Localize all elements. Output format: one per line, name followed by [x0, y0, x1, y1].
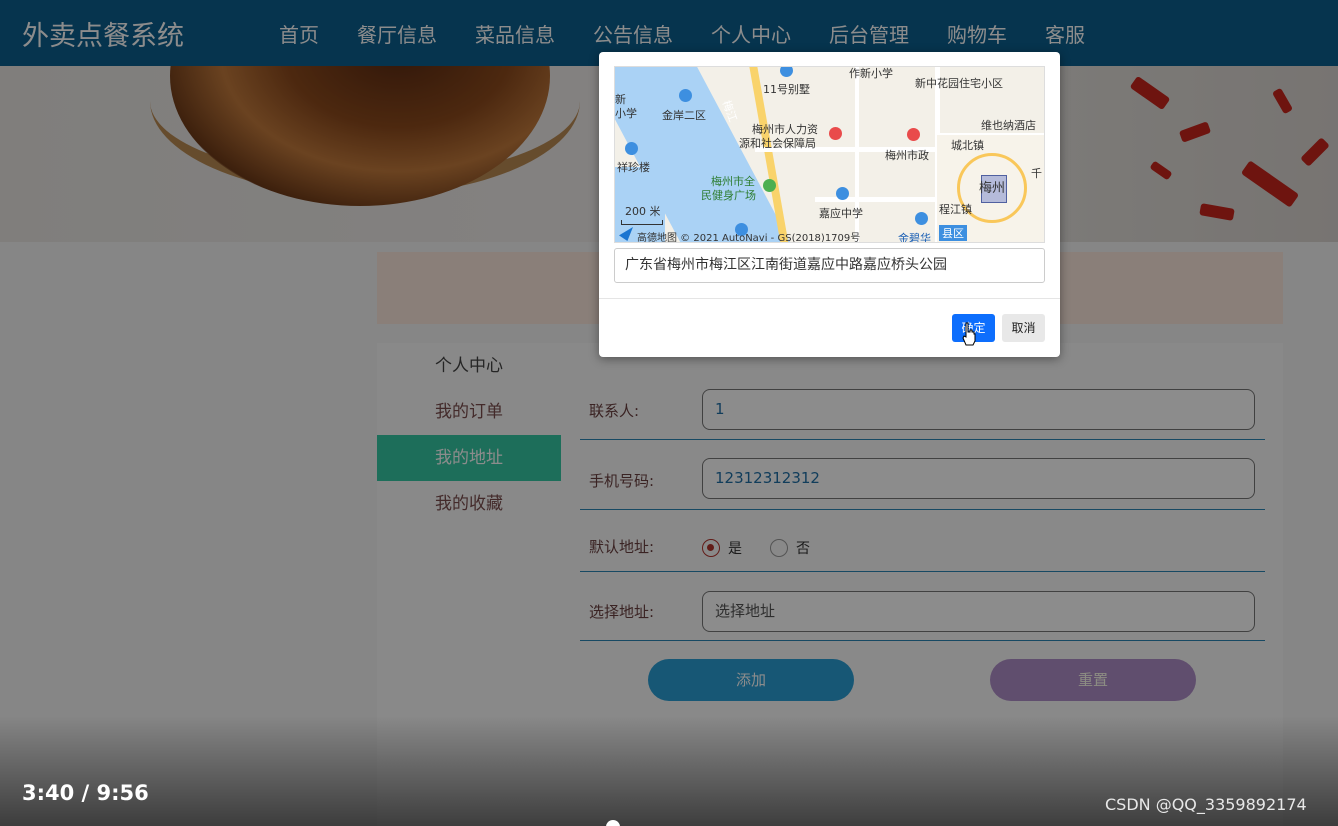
map-overview[interactable]: 城北镇 千 梅州 程江镇 县区: [935, 133, 1044, 242]
site-brand[interactable]: 外卖点餐系统: [22, 14, 242, 53]
map-poi-icon: [763, 179, 776, 192]
sidebar-item-address[interactable]: 我的地址: [377, 435, 561, 481]
sidebar-item-orders[interactable]: 我的订单: [377, 389, 561, 435]
nav-item-notice[interactable]: 公告信息: [574, 19, 692, 48]
selected-address-field[interactable]: 广东省梅州市梅江区江南街道嘉应中路嘉应桥头公园: [614, 248, 1045, 283]
nav-item-personal[interactable]: 个人中心: [692, 19, 810, 48]
nav-list: 首页 餐厅信息 菜品信息 公告信息 个人中心 后台管理 购物车 客服: [260, 19, 1104, 48]
nav-item-dishes[interactable]: 菜品信息: [456, 19, 574, 48]
map-label: 源和社会保障局: [739, 137, 816, 150]
map-poi-icon: [679, 89, 692, 102]
map-label: 程江镇: [939, 203, 972, 216]
map-scale-label: 200 米: [625, 205, 661, 218]
banner-chili: [1129, 75, 1171, 111]
default-yes-label: 是: [728, 541, 742, 557]
default-label: 默认地址:: [589, 538, 655, 556]
map-poi-icon: [836, 187, 849, 200]
map-label: 作新小学: [849, 67, 893, 80]
map-label: 金岸二区: [662, 109, 706, 122]
default-row: 默认地址: 是 否: [580, 510, 1265, 572]
map-poi-icon: [829, 127, 842, 140]
map-label: 梅州市政: [885, 149, 929, 162]
nav-item-home[interactable]: 首页: [260, 19, 338, 48]
banner-chili: [1149, 160, 1173, 181]
phone-input[interactable]: 12312312312: [702, 458, 1255, 499]
map-view[interactable]: 作新小学 新中花园住宅小区 11号别墅 新 小学 金岸二区 梅江 梅州市人力资 …: [614, 66, 1045, 243]
sidebar-item-favorites[interactable]: 我的收藏: [377, 481, 561, 527]
map-label: 城北镇: [951, 139, 984, 152]
contact-input[interactable]: 1: [702, 389, 1255, 430]
address-form: 联系人: 1 手机号码: 12312312312 默认地址: 是 否 选择地址:…: [580, 378, 1265, 641]
map-scale-bar: [621, 220, 663, 225]
map-label: 祥珍楼: [617, 161, 650, 174]
default-yes-radio[interactable]: [702, 539, 720, 557]
map-label: 千: [1031, 167, 1042, 180]
default-no-label: 否: [796, 541, 810, 557]
map-label: 维也纳酒店: [981, 119, 1036, 132]
hand-cursor-icon: [962, 322, 976, 346]
banner-chili: [1300, 137, 1330, 167]
banner-chili: [1199, 203, 1235, 221]
phone-label: 手机号码:: [589, 472, 655, 490]
sidebar: 个人中心 我的订单 我的地址 我的收藏: [377, 343, 561, 527]
nav-item-service[interactable]: 客服: [1026, 19, 1104, 48]
map-copyright: 高德地图 © 2021 AutoNavi - GS(2018)1709号: [637, 233, 861, 243]
banner-bowl: [170, 66, 550, 206]
map-poi-icon: [907, 128, 920, 141]
select-address-row: 选择地址: 选择地址: [580, 572, 1265, 641]
map-label: 县区: [939, 225, 967, 241]
banner-chili: [1178, 121, 1212, 143]
contact-row: 联系人: 1: [580, 378, 1265, 440]
nav-item-cart[interactable]: 购物车: [928, 19, 1026, 48]
map-label: 11号别墅: [763, 83, 810, 96]
csdn-watermark: CSDN @QQ_3359892174: [1105, 795, 1307, 814]
banner-chili: [1271, 87, 1294, 115]
select-address-label: 选择地址:: [589, 603, 655, 621]
map-label: 民健身广场: [701, 189, 756, 202]
map-poi-icon: [625, 142, 638, 155]
video-timestamp: 3:40 / 9:56: [22, 781, 149, 805]
map-label: 嘉应中学: [819, 207, 863, 220]
sidebar-title: 个人中心: [435, 356, 503, 376]
map-label: 金碧华: [898, 232, 931, 243]
map-poi-icon: [915, 212, 928, 225]
nav-item-restaurant[interactable]: 餐厅信息: [338, 19, 456, 48]
map-picker-modal: 作新小学 新中花园住宅小区 11号别墅 新 小学 金岸二区 梅江 梅州市人力资 …: [599, 52, 1060, 357]
nav-item-admin[interactable]: 后台管理: [810, 19, 928, 48]
modal-divider: [599, 298, 1060, 299]
banner-chili: [1240, 160, 1300, 208]
map-poi-icon: [780, 67, 793, 77]
map-label: 新中花园住宅小区: [915, 77, 1003, 90]
cancel-button[interactable]: 取消: [1002, 314, 1045, 342]
default-no-radio[interactable]: [770, 539, 788, 557]
select-address-input[interactable]: 选择地址: [702, 591, 1255, 632]
map-label: 小学: [615, 107, 637, 120]
default-radio-group: 是 否: [702, 538, 810, 558]
phone-row: 手机号码: 12312312312: [580, 440, 1265, 510]
map-label: 梅州: [979, 181, 1006, 196]
add-button[interactable]: 添加: [648, 659, 854, 701]
reset-button[interactable]: 重置: [990, 659, 1196, 701]
contact-label: 联系人:: [589, 402, 640, 420]
